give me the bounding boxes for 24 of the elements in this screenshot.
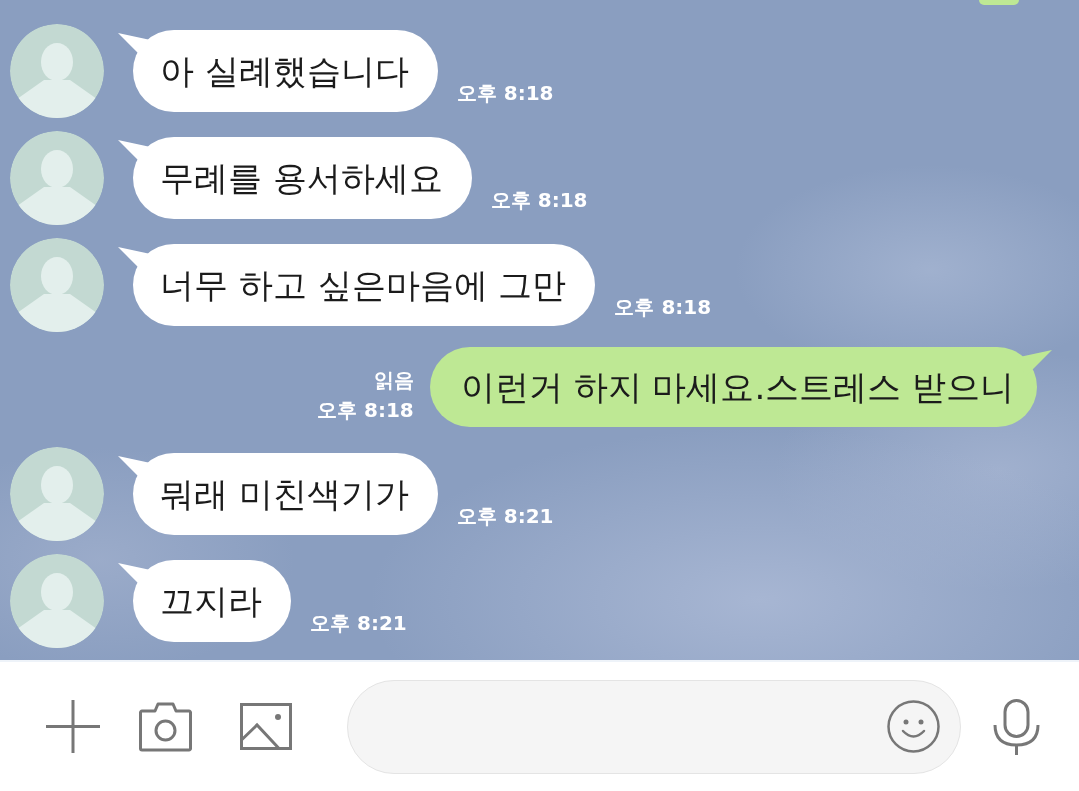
message-bubble: 이런거 하지 마세요.스트레스 받으니 — [429, 347, 1052, 427]
message-bubble: 너무 하고 싶은마음에 그만 — [118, 244, 596, 326]
message-bubble: 아 실례했습니다 — [118, 30, 438, 112]
avatar-icon[interactable] — [10, 554, 104, 648]
timestamp: 오후 8:18 — [614, 295, 712, 319]
message-bubble: 무례를 용서하세요 — [118, 137, 472, 219]
emoji-icon[interactable] — [887, 700, 940, 753]
microphone-icon[interactable] — [993, 698, 1040, 755]
timestamp: 오후 8:21 — [456, 504, 554, 528]
message-bubble: 끄지라 — [118, 560, 291, 642]
avatar-icon[interactable] — [10, 24, 104, 118]
message-bubble: 뭐래 미친색기가 — [118, 453, 438, 535]
avatar-icon[interactable] — [10, 131, 104, 225]
plus-icon[interactable] — [46, 700, 100, 753]
read-receipt: 읽음 — [373, 368, 414, 392]
camera-icon[interactable] — [139, 701, 192, 752]
avatar-icon[interactable] — [10, 447, 104, 541]
timestamp: 오후 8:18 — [490, 188, 588, 212]
timestamp: 오후 8:21 — [310, 611, 407, 635]
timestamp: 오후 8:18 — [456, 81, 554, 105]
message-bubble — [979, 0, 1019, 5]
avatar-icon[interactable] — [10, 238, 104, 332]
timestamp: 오후 8:18 — [317, 398, 414, 422]
image-icon[interactable] — [240, 703, 292, 750]
